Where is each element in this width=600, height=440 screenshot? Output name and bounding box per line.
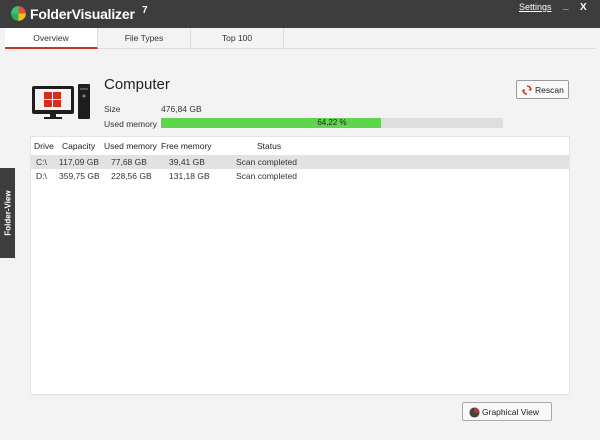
column-header-used-memory[interactable]: Used memory <box>104 141 157 151</box>
computer-title: Computer <box>104 76 170 93</box>
column-header-status[interactable]: Status <box>257 141 281 151</box>
table-row[interactable]: C:\ 117,09 GB 77,68 GB 39,41 GB Scan com… <box>31 155 569 169</box>
folder-view-side-tab[interactable]: Folder-View <box>0 168 15 258</box>
tab-file-types[interactable]: File Types <box>98 28 191 49</box>
used-memory-bar: 64,22 % <box>161 118 503 128</box>
app-title: FolderVisualizer <box>30 6 135 22</box>
folder-view-label: Folder-View <box>3 190 12 236</box>
capacity-cell: 359,75 GB <box>59 171 100 181</box>
status-cell: Scan completed <box>236 157 297 167</box>
column-header-free-memory[interactable]: Free memory <box>161 141 212 151</box>
pie-chart-icon <box>469 407 480 418</box>
close-button[interactable]: X <box>580 2 587 13</box>
rescan-button[interactable]: Rescan <box>516 80 569 99</box>
drives-table: Drive Capacity Used memory Free memory S… <box>30 136 570 395</box>
column-header-capacity[interactable]: Capacity <box>62 141 95 151</box>
tab-top-100[interactable]: Top 100 <box>191 28 284 49</box>
settings-link[interactable]: Settings <box>519 2 552 12</box>
used-memory-label: Used memory <box>104 119 157 129</box>
tab-overview[interactable]: Overview <box>5 28 98 49</box>
column-header-drive[interactable]: Drive <box>34 141 54 151</box>
table-row[interactable]: D:\ 359,75 GB 228,56 GB 131,18 GB Scan c… <box>31 169 569 183</box>
used-memory-cell: 228,56 GB <box>111 171 152 181</box>
capacity-cell: 117,09 GB <box>59 157 100 167</box>
app-version: 7 <box>142 5 148 16</box>
rescan-label: Rescan <box>535 85 564 95</box>
minimize-button[interactable]: _ <box>563 0 569 11</box>
used-memory-percent: 64,22 % <box>317 118 347 127</box>
free-memory-cell: 39,41 GB <box>169 157 205 167</box>
app-window: FolderVisualizer 7 Settings _ X Overview… <box>0 0 600 440</box>
title-bar: FolderVisualizer 7 Settings _ X <box>0 0 600 28</box>
status-cell: Scan completed <box>236 171 297 181</box>
size-label: Size <box>104 104 121 114</box>
used-memory-cell: 77,68 GB <box>111 157 147 167</box>
graphical-view-button[interactable]: Graphical View <box>462 402 552 421</box>
app-logo-icon <box>11 6 26 21</box>
drive-cell: D:\ <box>36 171 47 181</box>
graphical-view-label: Graphical View <box>482 407 540 417</box>
size-value: 476,84 GB <box>161 104 202 114</box>
rescan-icon <box>522 85 532 95</box>
free-memory-cell: 131,18 GB <box>169 171 210 181</box>
drive-cell: C:\ <box>36 157 47 167</box>
computer-icon <box>32 84 90 119</box>
tab-bar: Overview File Types Top 100 <box>5 28 595 49</box>
